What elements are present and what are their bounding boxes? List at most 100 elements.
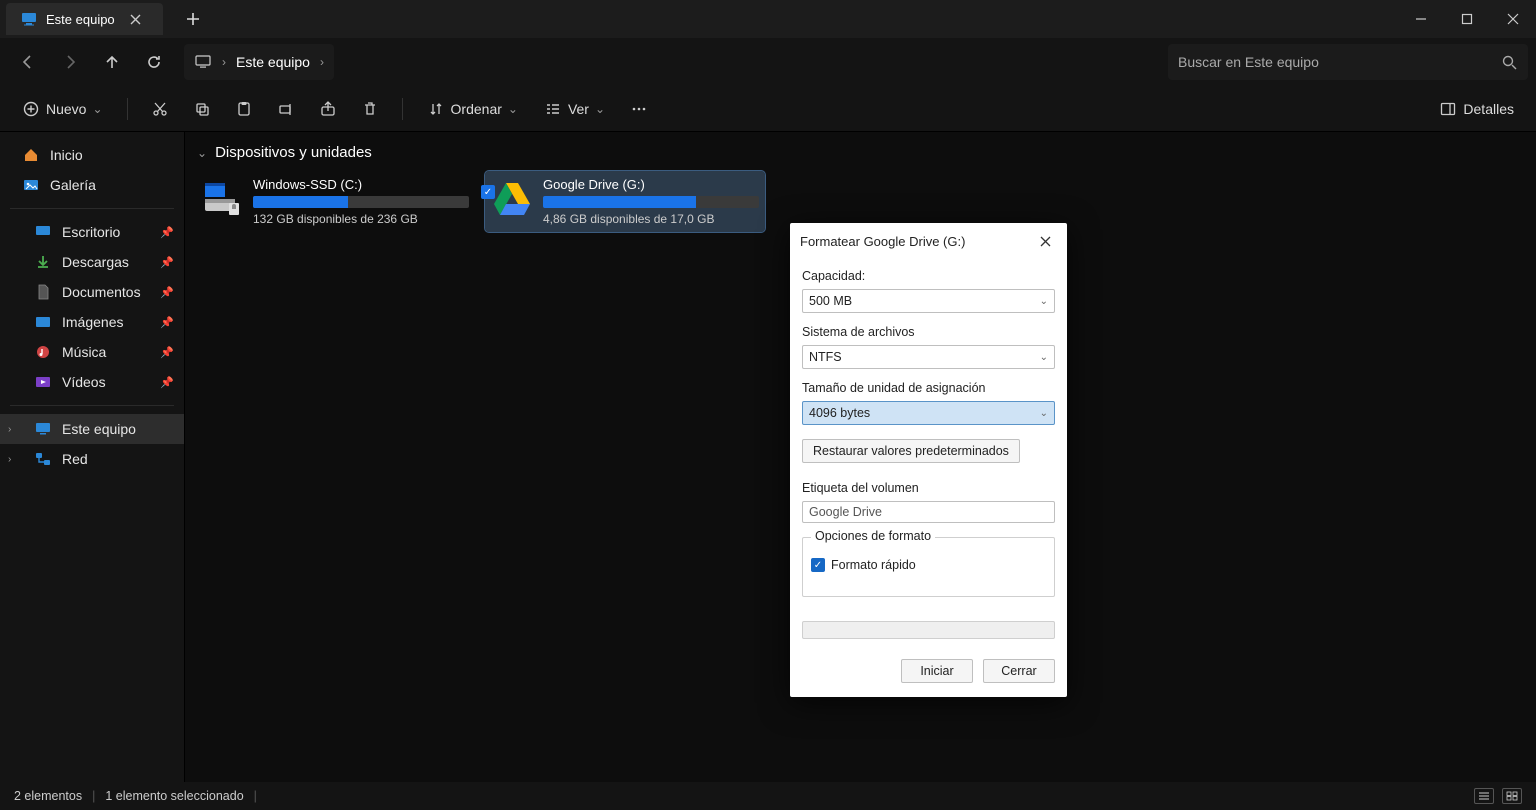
dialog-close-button[interactable] [1033,229,1057,253]
up-button[interactable] [92,42,132,82]
tab-title: Este equipo [46,12,115,27]
breadcrumb[interactable]: › Este equipo › [184,44,334,80]
sidebar-item-videos[interactable]: Vídeos 📌 [0,367,184,397]
sidebar-item-label: Galería [50,177,96,193]
section-header[interactable]: ⌄ Dispositivos y unidades [195,140,1526,165]
sidebar-item-pictures[interactable]: Imágenes 📌 [0,307,184,337]
documents-icon [34,283,52,301]
chevron-down-icon: ⌄ [197,146,207,160]
rename-button[interactable] [270,93,302,125]
restore-defaults-label: Restaurar valores predeterminados [813,444,1009,458]
paste-button[interactable] [228,93,260,125]
delete-button[interactable] [354,93,386,125]
section-title: Dispositivos y unidades [215,144,372,161]
sidebar: Inicio Galería Escritorio 📌 Descargas 📌 … [0,132,185,782]
minimize-button[interactable] [1398,0,1444,38]
more-button[interactable] [623,93,655,125]
sidebar-item-documents[interactable]: Documentos 📌 [0,277,184,307]
sidebar-item-label: Inicio [50,147,83,163]
gallery-icon [22,176,40,194]
monitor-icon [194,53,212,71]
allocation-combo[interactable]: 4096 bytes ⌄ [802,401,1055,425]
separator: | [92,789,95,803]
maximize-button[interactable] [1444,0,1490,38]
drive-c[interactable]: Windows-SSD (C:) 132 GB disponibles de 2… [195,171,475,232]
sidebar-item-label: Este equipo [62,421,136,437]
format-dialog: Formatear Google Drive (G:) Capacidad: 5… [790,223,1067,697]
search-box[interactable] [1168,44,1528,80]
sidebar-item-network[interactable]: › Red [0,444,184,474]
drive-g[interactable]: ✓ Google Drive (G:) 4,86 GB disponibles … [485,171,765,232]
sidebar-separator [10,405,174,406]
drive-subtext: 4,86 GB disponibles de 17,0 GB [543,212,759,226]
status-selected: 1 elemento seleccionado [105,789,243,803]
pin-icon: 📌 [160,316,174,329]
refresh-button[interactable] [134,42,174,82]
format-progress [802,621,1055,639]
separator [127,98,128,120]
start-button[interactable]: Iniciar [901,659,973,683]
close-tab-button[interactable] [123,6,149,32]
pin-icon: 📌 [160,286,174,299]
toolbar: Nuevo ⌄ Ordenar ⌄ Ver ⌄ Detalles [0,86,1536,132]
sidebar-item-thispc[interactable]: › Este equipo [0,414,184,444]
sidebar-item-downloads[interactable]: Descargas 📌 [0,247,184,277]
sidebar-item-music[interactable]: Música 📌 [0,337,184,367]
new-label: Nuevo [46,101,86,117]
details-label: Detalles [1463,101,1514,117]
navbar: › Este equipo › [0,38,1536,86]
chevron-down-icon: ⌄ [1040,352,1048,363]
close-button[interactable]: Cerrar [983,659,1055,683]
downloads-icon [34,253,52,271]
chevron-down-icon: ⌄ [1040,296,1048,307]
sidebar-item-gallery[interactable]: Galería [0,170,184,200]
tab-este-equipo[interactable]: Este equipo [6,3,163,35]
new-tab-button[interactable] [177,3,209,35]
sidebar-item-label: Documentos [62,284,141,300]
status-count: 2 elementos [14,789,82,803]
filesystem-combo[interactable]: NTFS ⌄ [802,345,1055,369]
network-icon [34,450,52,468]
capacity-combo[interactable]: 500 MB ⌄ [802,289,1055,313]
view-tiles-button[interactable] [1502,788,1522,804]
chevron-right-icon[interactable]: › [8,454,11,465]
allocation-label: Tamaño de unidad de asignación [802,381,1055,395]
sidebar-item-label: Descargas [62,254,129,270]
restore-defaults-button[interactable]: Restaurar valores predeterminados [802,439,1020,463]
pin-icon: 📌 [160,256,174,269]
monitor-icon [20,10,38,28]
plus-circle-icon [22,100,40,118]
close-window-button[interactable] [1490,0,1536,38]
checkbox-icon[interactable]: ✓ [481,185,495,199]
sidebar-item-home[interactable]: Inicio [0,140,184,170]
separator: | [254,789,257,803]
capacity-label: Capacidad: [802,269,1055,283]
capacity-bar [253,196,469,208]
details-icon [1439,100,1457,118]
sort-icon [427,100,445,118]
dialog-title: Formatear Google Drive (G:) [800,234,965,249]
back-button[interactable] [8,42,48,82]
details-pane-button[interactable]: Detalles [1431,94,1522,124]
sort-button[interactable]: Ordenar ⌄ [419,94,526,124]
quick-format-label: Formato rápido [831,558,916,572]
cut-button[interactable] [144,93,176,125]
share-button[interactable] [312,93,344,125]
videos-icon [34,373,52,391]
copy-button[interactable] [186,93,218,125]
new-button[interactable]: Nuevo ⌄ [14,94,111,124]
pin-icon: 📌 [160,376,174,389]
drive-subtext: 132 GB disponibles de 236 GB [253,212,469,226]
forward-button[interactable] [50,42,90,82]
home-icon [22,146,40,164]
chevron-right-icon[interactable]: › [8,424,11,435]
search-input[interactable] [1178,54,1500,70]
view-button[interactable]: Ver ⌄ [536,94,613,124]
view-list-button[interactable] [1474,788,1494,804]
format-options-legend: Opciones de formato [811,529,935,543]
filesystem-label: Sistema de archivos [802,325,1055,339]
volume-input[interactable] [802,501,1055,523]
chevron-down-icon: ⌄ [508,102,518,116]
quick-format-checkbox[interactable]: ✓ Formato rápido [811,558,1046,572]
sidebar-item-desktop[interactable]: Escritorio 📌 [0,217,184,247]
